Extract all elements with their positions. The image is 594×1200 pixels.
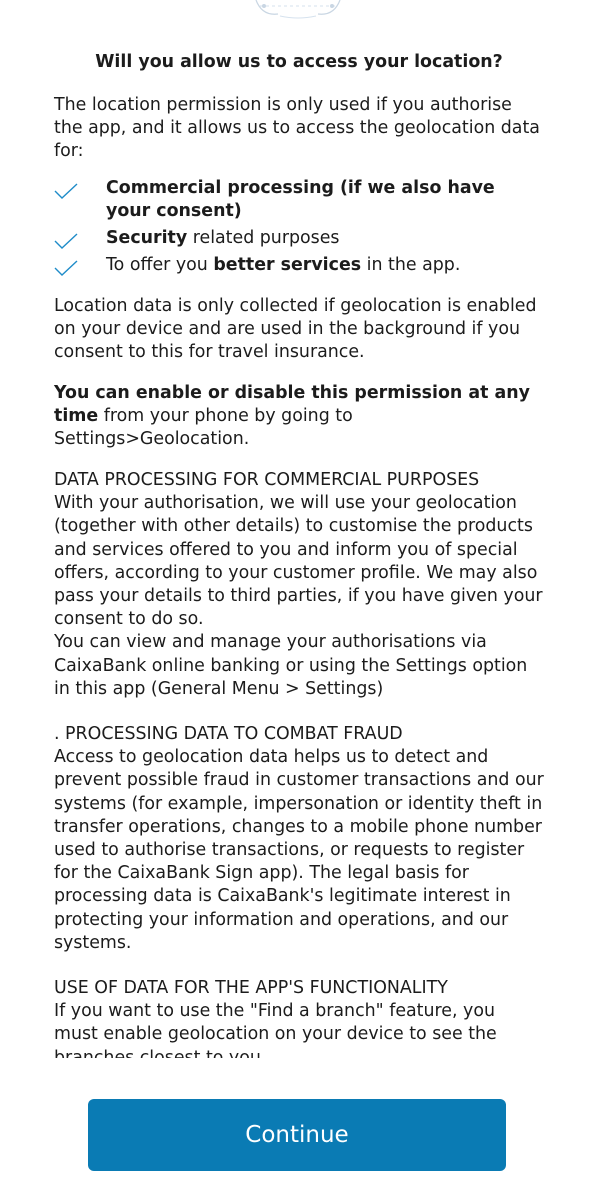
location-note: Location data is only collected if geolo… bbox=[54, 296, 537, 362]
section-heading: USE OF DATA FOR THE APP'S FUNCTIONALITY bbox=[54, 978, 448, 999]
list-item: To offer you better services in the app. bbox=[54, 254, 544, 277]
list-item-text: in the app. bbox=[361, 255, 461, 275]
list-item-bold: better services bbox=[213, 255, 362, 275]
list-item: Commercial processing (if we also have y… bbox=[54, 177, 544, 223]
list-item-prefix: To offer you bbox=[106, 255, 214, 275]
scroll-fade bbox=[0, 1058, 594, 1072]
list-item-text: related purposes bbox=[187, 228, 340, 248]
check-icon bbox=[54, 233, 78, 249]
check-icon bbox=[54, 260, 78, 276]
section-body: With your authorisation, we will use you… bbox=[54, 493, 543, 630]
section-body: Access to geolocation data helps us to d… bbox=[54, 747, 544, 953]
section-functionality: USE OF DATA FOR THE APP'S FUNCTIONALITY … bbox=[54, 977, 544, 1070]
section-fraud: . PROCESSING DATA TO COMBAT FRAUD Access… bbox=[54, 723, 544, 955]
list-item: Security related purposes bbox=[54, 227, 544, 250]
purpose-list: Commercial processing (if we also have y… bbox=[54, 177, 544, 277]
section-heading: DATA PROCESSING FOR COMMERCIAL PURPOSES bbox=[54, 470, 480, 490]
scroll-area[interactable]: Will you allow us to access your locatio… bbox=[0, 0, 594, 1070]
permission-content: Will you allow us to access your locatio… bbox=[54, 50, 544, 1070]
list-item-bold: Security bbox=[106, 228, 188, 248]
permission-note: You can enable or disable this permissio… bbox=[54, 382, 544, 451]
continue-button[interactable]: Continue bbox=[88, 1099, 506, 1171]
section-heading: . PROCESSING DATA TO COMBAT FRAUD bbox=[54, 724, 403, 745]
check-icon bbox=[54, 183, 78, 199]
permission-text: from your phone by going to Settings>Geo… bbox=[54, 406, 353, 449]
section-commercial: DATA PROCESSING FOR COMMERCIAL PURPOSES … bbox=[54, 469, 544, 701]
intro-text: The location permission is only used if … bbox=[54, 95, 540, 161]
list-item-bold: Commercial processing (if we also have y… bbox=[106, 178, 495, 221]
page-title: Will you allow us to access your locatio… bbox=[95, 52, 503, 72]
section-body-secondary: You can view and manage your authorisati… bbox=[54, 632, 528, 699]
